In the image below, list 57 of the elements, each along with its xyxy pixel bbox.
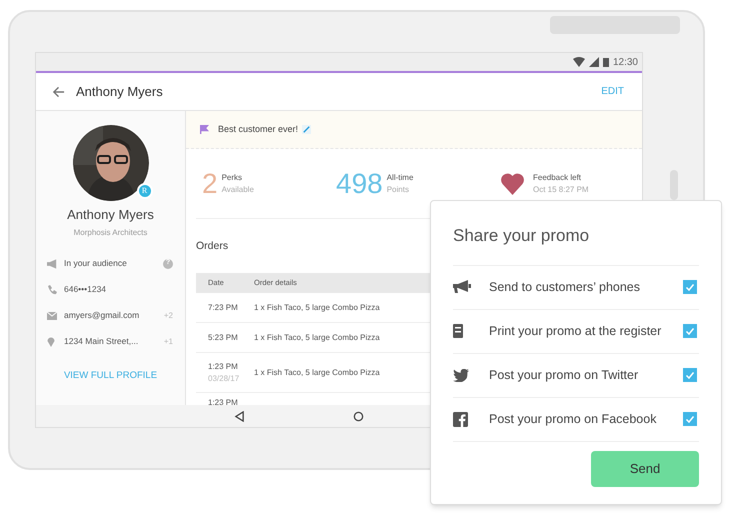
stat-sublabel: Points (386, 184, 410, 196)
pencil-icon (302, 125, 312, 134)
megaphone-icon (453, 280, 471, 294)
contact-detail: 646•••1234 (64, 283, 108, 296)
send-button[interactable]: Send (591, 450, 699, 486)
flag-icon (200, 125, 209, 134)
option-label: Post your promo on Twitter (489, 366, 640, 384)
option-label: Post your promo on Facebook (489, 410, 658, 428)
stat-sublabel: Oct 15 8:27 PM (533, 184, 589, 196)
edit-link[interactable]: EDIT (601, 84, 624, 99)
option-label: Print your promo at the register (489, 322, 662, 340)
status-time: 12:30 (612, 56, 638, 70)
battery-icon (602, 57, 609, 67)
stat-label: Feedback left (533, 172, 582, 184)
dialog-title: Share your promo (453, 201, 699, 266)
stat-label: All-time (386, 172, 414, 184)
company-name: Morphosis Architects (72, 226, 148, 238)
back-triangle-icon (234, 410, 245, 422)
megaphone-icon (47, 258, 58, 268)
location-pin-icon (47, 336, 55, 347)
badge: R (136, 183, 152, 199)
contact-detail: In your audience (64, 257, 128, 270)
envelope-icon (47, 312, 57, 320)
table-cell: 1 x Fish Taco, 5 large Combo Pizza (254, 302, 380, 314)
stat-sublabel: Available (222, 184, 254, 196)
facebook-f-icon (453, 412, 468, 426)
page-title: Anthony Myers (76, 82, 163, 101)
option-label: Send to customers’ phones (489, 278, 642, 296)
extra-count: +1 (164, 336, 173, 348)
customer-name: Anthony Myers (66, 206, 155, 224)
back-arrow-icon (52, 86, 65, 98)
home-circle-icon (353, 410, 364, 422)
table-cell: 1 x Fish Taco, 5 large Combo Pizza (254, 366, 380, 378)
view-profile-link[interactable]: VIEW FULL PROFILE (36, 368, 185, 383)
table-cell-text: 7:23 PM (208, 302, 239, 314)
note-text: Best customer ever! (218, 122, 298, 136)
section-title: Orders (196, 240, 228, 252)
receipt-icon (453, 324, 463, 338)
stat-value: 2 (202, 170, 218, 198)
bird-icon (453, 368, 469, 382)
stat-label: Perks (222, 172, 244, 184)
table-cell-text: 1:23 PM (208, 397, 239, 405)
wifi-icon (572, 57, 585, 67)
contact-detail: amyers@gmail.com (64, 309, 140, 322)
table-cell-text: 03/28/17 (208, 372, 240, 384)
extra-count: +2 (164, 310, 173, 322)
table-cell: 1 x Fish Taco, 5 large Combo Pizza (254, 332, 380, 344)
checkbox[interactable] (683, 368, 697, 382)
phone-icon (47, 284, 57, 294)
checkbox[interactable] (683, 412, 697, 426)
contact-detail: 1234 Main Street,... (64, 335, 140, 348)
checkbox[interactable] (683, 324, 697, 338)
signal-icon (588, 57, 599, 67)
table-cell-text: 5:23 PM (208, 332, 239, 344)
checkbox[interactable] (683, 280, 697, 294)
table-cell-text: 1:23 PM (208, 360, 239, 372)
stat-value: 498 (336, 170, 383, 198)
